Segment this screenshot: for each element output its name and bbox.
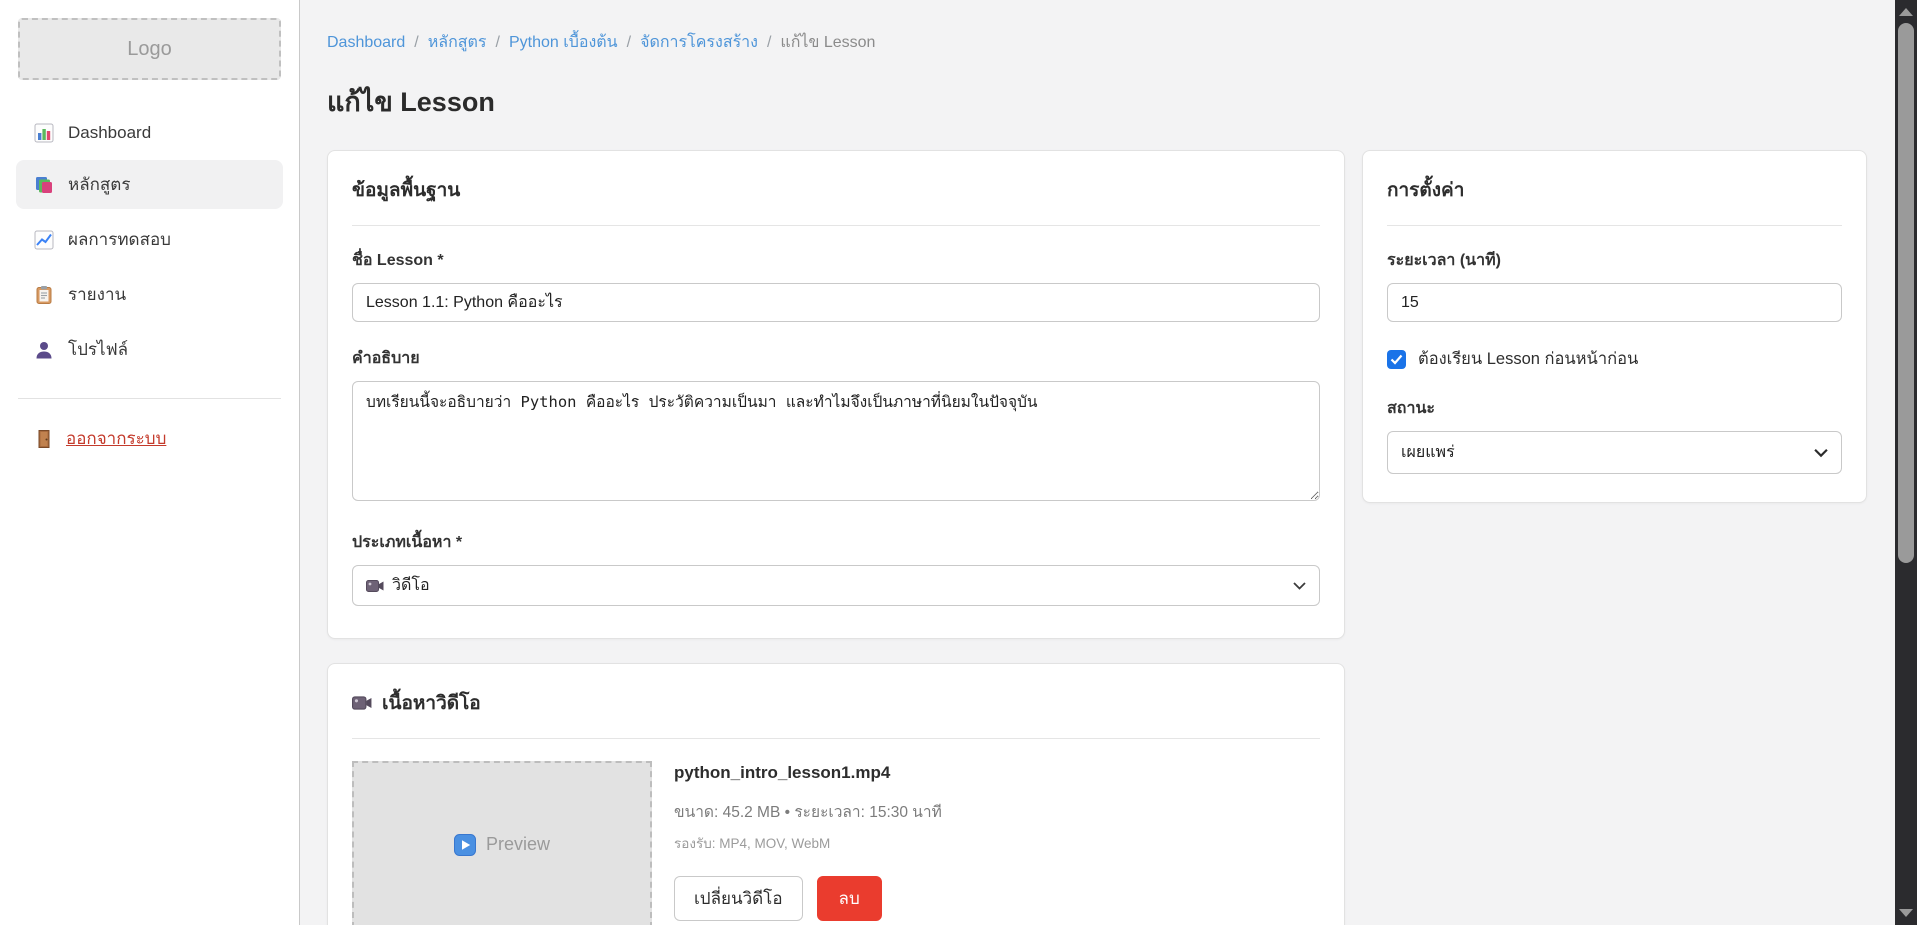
- lesson-name-label: ชื่อ Lesson *: [352, 248, 1320, 273]
- lesson-description-label: คำอธิบาย: [352, 346, 1320, 371]
- chart-increasing-icon: [32, 230, 56, 250]
- scroll-down-arrow-icon[interactable]: [1899, 909, 1913, 917]
- status-value: เผยแพร่: [1401, 440, 1455, 465]
- door-icon: [32, 429, 56, 449]
- prerequisite-checkbox-row[interactable]: ต้องเรียน Lesson ก่อนหน้าก่อน: [1387, 346, 1842, 372]
- video-info: python_intro_lesson1.mp4 ขนาด: 45.2 MB •…: [674, 761, 942, 921]
- page-title: แก้ไข Lesson: [327, 80, 1889, 123]
- card-divider: [1387, 225, 1842, 226]
- logout-link[interactable]: ออกจากระบบ: [32, 425, 166, 452]
- breadcrumb-link-dashboard[interactable]: Dashboard: [327, 34, 405, 52]
- sidebar: Logo Dashboard หลักสูตร ผลการทดสอบ: [0, 0, 300, 925]
- status-select[interactable]: เผยแพร่: [1387, 431, 1842, 474]
- breadcrumb-separator: /: [627, 34, 631, 52]
- logo-text: Logo: [127, 38, 172, 61]
- content-columns: ข้อมูลพื้นฐาน ชื่อ Lesson * คำอธิบาย บทเ…: [327, 150, 1889, 925]
- settings-title: การตั้งค่า: [1387, 175, 1842, 205]
- sidebar-nav: Dashboard หลักสูตร ผลการทดสอบ รายงาน: [16, 112, 283, 374]
- video-buttons: เปลี่ยนวิดีโอ ลบ: [674, 876, 942, 921]
- logo-placeholder: Logo: [18, 18, 281, 80]
- breadcrumb-link-structure[interactable]: จัดการโครงสร้าง: [640, 30, 758, 55]
- sidebar-item-label: รายงาน: [68, 281, 126, 308]
- scroll-up-arrow-icon[interactable]: [1899, 8, 1913, 16]
- video-preview[interactable]: Preview: [352, 761, 652, 925]
- sidebar-item-test-results[interactable]: ผลการทดสอบ: [16, 215, 283, 264]
- app-window: Logo Dashboard หลักสูตร ผลการทดสอบ: [0, 0, 1917, 925]
- lesson-description-group: คำอธิบาย บทเรียนนี้จะอธิบายว่า Python คื…: [352, 346, 1320, 506]
- video-preview-label: Preview: [486, 834, 550, 855]
- sidebar-item-label: ผลการทดสอบ: [68, 226, 171, 253]
- content-type-group: ประเภทเนื้อหา * วิดีโอ: [352, 530, 1320, 606]
- scrollbar-thumb[interactable]: [1898, 23, 1914, 563]
- video-camera-icon: [352, 695, 372, 711]
- card-divider: [352, 738, 1320, 739]
- duration-input[interactable]: [1387, 283, 1842, 322]
- sidebar-item-label: หลักสูตร: [68, 171, 130, 198]
- video-formats: รองรับ: MP4, MOV, WebM: [674, 832, 942, 854]
- lesson-description-textarea[interactable]: บทเรียนนี้จะอธิบายว่า Python คืออะไร ประ…: [352, 381, 1320, 501]
- clipboard-icon: [32, 285, 56, 305]
- video-filename: python_intro_lesson1.mp4: [674, 763, 942, 783]
- basic-info-title: ข้อมูลพื้นฐาน: [352, 175, 1320, 205]
- main-content: Dashboard / หลักสูตร / Python เบื้องต้น …: [300, 0, 1917, 925]
- card-settings: การตั้งค่า ระยะเวลา (นาที) ต้องเรียน Les…: [1362, 150, 1867, 503]
- breadcrumb: Dashboard / หลักสูตร / Python เบื้องต้น …: [327, 30, 1889, 55]
- content-type-label: ประเภทเนื้อหา *: [352, 530, 1320, 555]
- chevron-down-icon: [1814, 448, 1828, 457]
- card-basic-info: ข้อมูลพื้นฐาน ชื่อ Lesson * คำอธิบาย บทเ…: [327, 150, 1345, 639]
- duration-group: ระยะเวลา (นาที): [1387, 248, 1842, 322]
- status-label: สถานะ: [1387, 396, 1842, 421]
- person-icon: [32, 340, 56, 360]
- sidebar-item-courses[interactable]: หลักสูตร: [16, 160, 283, 209]
- delete-video-button[interactable]: ลบ: [817, 876, 882, 921]
- sidebar-item-dashboard[interactable]: Dashboard: [16, 112, 283, 154]
- logout-label: ออกจากระบบ: [66, 425, 166, 452]
- video-meta: ขนาด: 45.2 MB • ระยะเวลา: 15:30 นาที: [674, 799, 942, 824]
- left-column: ข้อมูลพื้นฐาน ชื่อ Lesson * คำอธิบาย บทเ…: [327, 150, 1345, 925]
- breadcrumb-separator: /: [767, 34, 771, 52]
- lesson-name-input[interactable]: [352, 283, 1320, 322]
- breadcrumb-link-course[interactable]: Python เบื้องต้น: [509, 30, 618, 55]
- lesson-name-group: ชื่อ Lesson *: [352, 248, 1320, 322]
- bar-chart-icon: [32, 123, 56, 143]
- sidebar-item-profile[interactable]: โปรไฟล์: [16, 325, 283, 374]
- change-video-button[interactable]: เปลี่ยนวิดีโอ: [674, 876, 803, 921]
- card-video-content: เนื้อหาวิดีโอ Preview python_intro_lesso…: [327, 663, 1345, 925]
- vertical-scrollbar[interactable]: [1895, 0, 1917, 925]
- video-body: Preview python_intro_lesson1.mp4 ขนาด: 4…: [352, 761, 1320, 925]
- content-type-value: วิดีโอ: [392, 573, 430, 598]
- status-group: สถานะ เผยแพร่: [1387, 396, 1842, 474]
- breadcrumb-separator: /: [414, 34, 418, 52]
- content-type-select[interactable]: วิดีโอ: [352, 565, 1320, 606]
- sidebar-item-reports[interactable]: รายงาน: [16, 270, 283, 319]
- breadcrumb-link-courses[interactable]: หลักสูตร: [428, 30, 487, 55]
- breadcrumb-separator: /: [496, 34, 500, 52]
- duration-label: ระยะเวลา (นาที): [1387, 248, 1842, 273]
- chevron-down-icon: [1293, 582, 1306, 590]
- checkbox-checked-icon[interactable]: [1387, 350, 1406, 369]
- play-icon: [454, 834, 476, 856]
- sidebar-item-label: โปรไฟล์: [68, 336, 128, 363]
- sidebar-divider: [18, 398, 281, 399]
- video-camera-icon: [366, 579, 384, 593]
- video-card-title: เนื้อหาวิดีโอ: [382, 688, 481, 718]
- right-column: การตั้งค่า ระยะเวลา (นาที) ต้องเรียน Les…: [1362, 150, 1867, 503]
- prerequisite-label: ต้องเรียน Lesson ก่อนหน้าก่อน: [1418, 346, 1638, 372]
- card-divider: [352, 225, 1320, 226]
- breadcrumb-current: แก้ไข Lesson: [780, 30, 875, 55]
- sidebar-item-label: Dashboard: [68, 123, 151, 143]
- books-icon: [32, 175, 56, 195]
